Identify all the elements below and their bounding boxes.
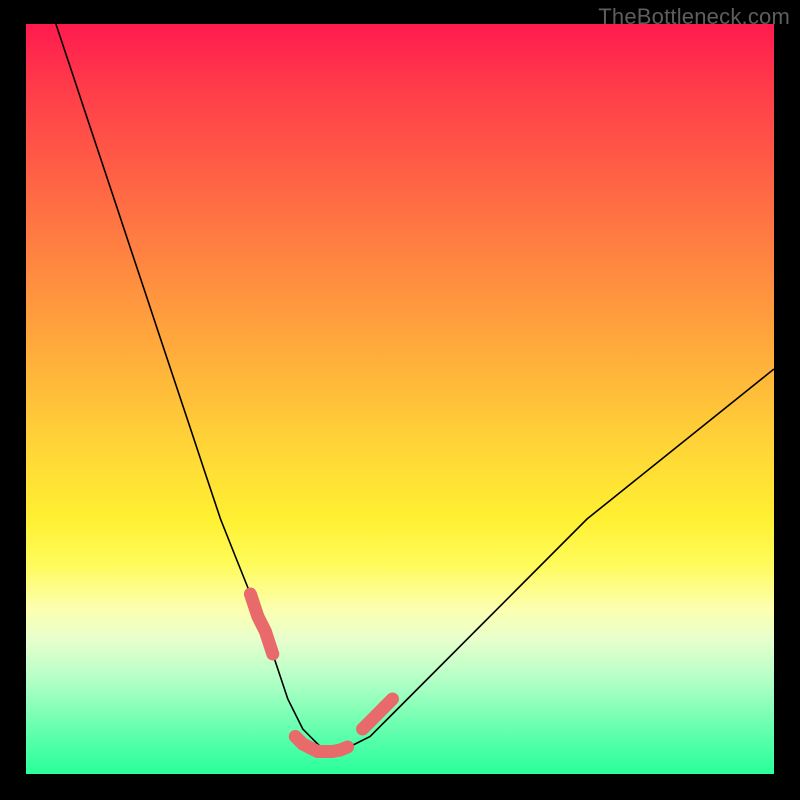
curve-svg	[26, 24, 774, 774]
highlight-segment	[295, 737, 347, 752]
highlight-segment	[250, 594, 272, 654]
chart-area	[26, 24, 774, 774]
watermark-text: TheBottleneck.com	[598, 4, 790, 30]
highlight-segment	[363, 699, 393, 729]
highlight-group	[250, 594, 392, 752]
bottleneck-curve	[56, 24, 774, 752]
